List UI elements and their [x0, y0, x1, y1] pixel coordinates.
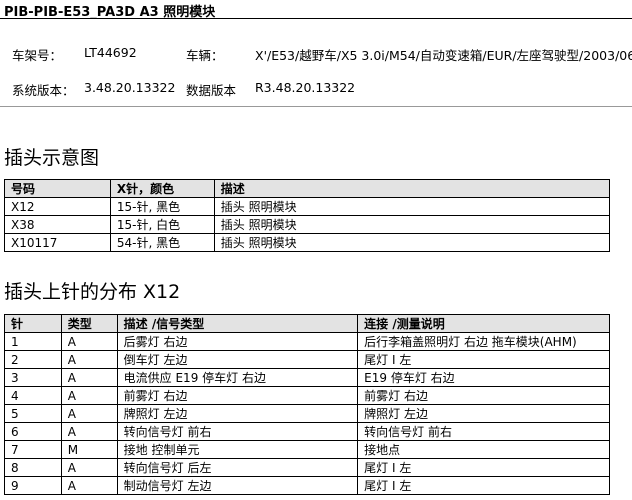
- table-cell: 插头 照明模块: [213, 215, 611, 234]
- table-cell: M: [60, 440, 118, 459]
- table-cell: A: [60, 350, 118, 369]
- column-header: 号码: [4, 179, 111, 198]
- table-cell: A: [60, 458, 118, 477]
- table-row: 1 A 后雾灯 右边 后行李箱盖照明灯 右边 拖车模块(AHM): [4, 332, 610, 351]
- table-row: X38 15-针, 白色 插头 照明模块: [4, 215, 611, 234]
- table-cell: 接地 控制单元: [116, 440, 359, 459]
- table-cell: 后行李箱盖照明灯 右边 拖车模块(AHM): [357, 332, 610, 351]
- system-version-value: 3.48.20.13322: [84, 80, 176, 95]
- table-row: 6 A 转向信号灯 前右 转向信号灯 前右: [4, 422, 610, 441]
- table-cell: A: [60, 476, 118, 495]
- vin-value: LT44692: [84, 45, 137, 60]
- table-cell: E19 停车灯 右边: [357, 368, 610, 387]
- table-cell: A: [60, 404, 118, 423]
- table-row: 2 A 倒车灯 左边 尾灯 I 左: [4, 350, 610, 369]
- table-row: 9 A 制动信号灯 左边 尾灯 I 左: [4, 476, 610, 495]
- table-cell: 倒车灯 左边: [116, 350, 359, 369]
- table-cell: 2: [4, 350, 62, 369]
- document-header: PIB-PIB-E53_PA3D A3 照明模块: [0, 0, 632, 20]
- vehicle-label: 车辆：: [186, 48, 224, 63]
- table-cell: A: [60, 422, 118, 441]
- column-header: X针，颜色: [109, 179, 215, 198]
- table-row: 8 A 转向信号灯 后左 尾灯 I 左: [4, 458, 610, 477]
- table-cell: 9: [4, 476, 62, 495]
- table-cell: 牌照灯 左边: [116, 404, 359, 423]
- column-header: 描述: [213, 179, 611, 198]
- column-header: 描述 /信号类型: [116, 314, 359, 333]
- table-cell: 4: [4, 386, 62, 405]
- table-cell: 54-针, 黑色: [109, 233, 215, 252]
- column-header: 针: [4, 314, 62, 333]
- vehicle-value: X'/E53/越野车/X5 3.0i/M54/自动变速箱/EUR/左座驾驶型/2…: [255, 48, 632, 63]
- document-title: PIB-PIB-E53_PA3D A3 照明模块: [4, 5, 216, 20]
- table-cell: A: [60, 332, 118, 351]
- section-title-connector-diagram: 插头示意图: [4, 147, 100, 169]
- table-header-row: 号码 X针，颜色 描述: [4, 179, 611, 198]
- table-cell: 接地点: [357, 440, 610, 459]
- table-cell: 插头 照明模块: [213, 197, 611, 216]
- divider: [0, 106, 632, 107]
- table-cell: X10117: [4, 233, 111, 252]
- table-cell: 15-针, 黑色: [109, 197, 215, 216]
- table-cell: 后雾灯 右边: [116, 332, 359, 351]
- table-row: 7 M 接地 控制单元 接地点: [4, 440, 610, 459]
- table-cell: 牌照灯 左边: [357, 404, 610, 423]
- table-cell: 1: [4, 332, 62, 351]
- table-cell: 7: [4, 440, 62, 459]
- table-cell: 15-针, 白色: [109, 215, 215, 234]
- table-cell: 前雾灯 右边: [357, 386, 610, 405]
- table-cell: 插头 照明模块: [213, 233, 611, 252]
- table-cell: 转向信号灯 前右: [357, 422, 610, 441]
- table-cell: 尾灯 I 左: [357, 476, 610, 495]
- table-cell: 8: [4, 458, 62, 477]
- system-version-label: 系统版本：: [12, 83, 75, 98]
- data-version-value: R3.48.20.13322: [255, 80, 356, 95]
- pin-assignment-table: 针 类型 描述 /信号类型 连接 /测量说明 1 A 后雾灯 右边 后行李箱盖照…: [4, 314, 610, 495]
- table-row: 4 A 前雾灯 右边 前雾灯 右边: [4, 386, 610, 405]
- data-version-label: 数据版本: [186, 83, 237, 98]
- table-cell: 3: [4, 368, 62, 387]
- table-row: X12 15-针, 黑色 插头 照明模块: [4, 197, 611, 216]
- table-cell: X12: [4, 197, 111, 216]
- table-cell: X38: [4, 215, 111, 234]
- table-cell: 制动信号灯 左边: [116, 476, 359, 495]
- vin-label: 车架号：: [12, 48, 63, 63]
- table-cell: A: [60, 386, 118, 405]
- table-cell: 尾灯 I 左: [357, 350, 610, 369]
- table-row: X10117 54-针, 黑色 插头 照明模块: [4, 233, 611, 252]
- table-cell: 6: [4, 422, 62, 441]
- table-cell: 转向信号灯 前右: [116, 422, 359, 441]
- column-header: 类型: [60, 314, 118, 333]
- table-cell: 转向信号灯 后左: [116, 458, 359, 477]
- table-header-row: 针 类型 描述 /信号类型 连接 /测量说明: [4, 314, 610, 333]
- section-title-pin-assignment: 插头上针的分布 X12: [4, 281, 181, 303]
- table-cell: 前雾灯 右边: [116, 386, 359, 405]
- table-row: 3 A 电流供应 E19 停车灯 右边 E19 停车灯 右边: [4, 368, 610, 387]
- connector-table: 号码 X针，颜色 描述 X12 15-针, 黑色 插头 照明模块 X38 15-…: [4, 179, 611, 252]
- table-cell: 5: [4, 404, 62, 423]
- table-cell: A: [60, 368, 118, 387]
- table-row: 5 A 牌照灯 左边 牌照灯 左边: [4, 404, 610, 423]
- column-header: 连接 /测量说明: [357, 314, 610, 333]
- table-cell: 电流供应 E19 停车灯 右边: [116, 368, 359, 387]
- table-cell: 尾灯 I 左: [357, 458, 610, 477]
